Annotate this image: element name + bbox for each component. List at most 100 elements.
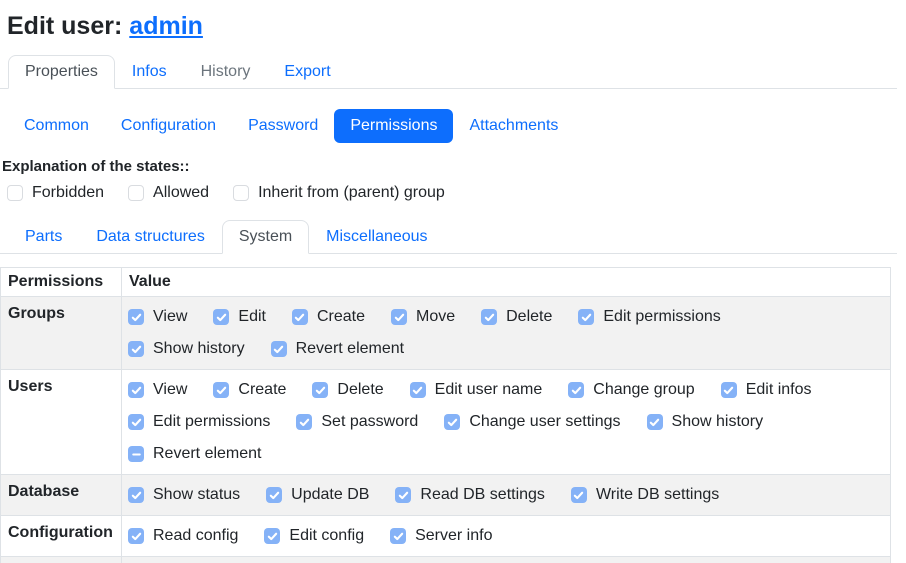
check-icon <box>216 312 227 323</box>
checkbox-show-status[interactable] <box>128 487 144 503</box>
checkbox-create[interactable] <box>213 382 229 398</box>
permission-checkbox-item[interactable]: Read config <box>128 524 238 548</box>
checkbox-label: Edit config <box>289 527 364 545</box>
permission-checkbox-item[interactable]: Show history <box>128 337 245 361</box>
permission-checkbox-item[interactable]: Edit user name <box>410 378 543 402</box>
permission-checkbox-item[interactable]: Show history <box>647 410 764 434</box>
tab-parts[interactable]: Parts <box>8 220 79 254</box>
checkbox-revert-element[interactable] <box>128 446 144 462</box>
checkbox-label: Move <box>416 308 455 326</box>
permission-checkbox-item[interactable]: Server info <box>390 524 492 548</box>
permission-checkbox-item[interactable]: Show status <box>128 483 240 507</box>
check-icon <box>484 312 495 323</box>
checkbox-inherit-from-parent-group <box>233 185 249 201</box>
checkbox-update-db[interactable] <box>266 487 282 503</box>
pill-password[interactable]: Password <box>232 109 334 143</box>
permission-checkbox-item[interactable]: Edit permissions <box>578 305 720 329</box>
checkbox-view[interactable] <box>128 309 144 325</box>
tab-export[interactable]: Export <box>267 55 347 89</box>
check-icon <box>649 417 660 428</box>
checkbox-server-info[interactable] <box>390 528 406 544</box>
table-row-configuration: ConfigurationRead configEdit configServe… <box>1 516 891 557</box>
permission-checkbox-item[interactable]: Edit permissions <box>128 410 270 434</box>
permission-checkbox-item[interactable]: Read DB settings <box>395 483 545 507</box>
checkbox-label: Change user settings <box>469 413 620 431</box>
checkbox-forbidden <box>7 185 23 201</box>
permission-checkbox-item[interactable]: Revert element <box>128 442 262 466</box>
checkbox-change-group[interactable] <box>568 382 584 398</box>
permission-checkbox-item[interactable]: Delete <box>312 378 383 402</box>
checkbox-label: Write DB settings <box>596 486 719 504</box>
permission-checkbox-item[interactable]: Update DB <box>266 483 369 507</box>
permission-checkbox-item[interactable]: Change user settings <box>444 410 620 434</box>
checkbox-edit-infos[interactable] <box>721 382 737 398</box>
pill-permissions[interactable]: Permissions <box>334 109 453 143</box>
permission-checkbox-item[interactable]: Change group <box>568 378 694 402</box>
checkbox-create[interactable] <box>292 309 308 325</box>
check-icon <box>294 312 305 323</box>
permission-checkbox-item[interactable]: Create <box>292 305 365 329</box>
tab-miscellaneous[interactable]: Miscellaneous <box>309 220 444 254</box>
permission-checkbox-item[interactable]: Write DB settings <box>571 483 719 507</box>
checkbox-view[interactable] <box>128 382 144 398</box>
checkbox-show-history[interactable] <box>128 341 144 357</box>
check-icon <box>571 385 582 396</box>
pill-common[interactable]: Common <box>8 109 105 143</box>
pill-attachments[interactable]: Attachments <box>453 109 574 143</box>
permission-checkbox-item[interactable]: Edit infos <box>721 378 812 402</box>
checkbox-label: View <box>153 381 187 399</box>
tab-data-structures[interactable]: Data structures <box>79 220 221 254</box>
row-value-cell: Use debug toolsShow logsDelete logs <box>122 557 891 563</box>
check-icon <box>131 417 142 428</box>
checkbox-delete[interactable] <box>312 382 328 398</box>
section-tabs: PartsData structuresSystemMiscellaneous <box>0 220 897 254</box>
permission-checkbox-item[interactable]: View <box>128 378 187 402</box>
row-category: Database <box>1 475 122 516</box>
permission-checkbox-item[interactable]: Edit <box>213 305 266 329</box>
check-icon <box>723 385 734 396</box>
states-legend: ForbiddenAllowedInherit from (parent) gr… <box>7 184 906 202</box>
table-row-database: DatabaseShow status Update DB Read DB sett… <box>1 475 891 516</box>
tab-system[interactable]: System <box>222 220 309 254</box>
check-icon <box>412 385 423 396</box>
tab-properties[interactable]: Properties <box>8 55 115 89</box>
checkbox-show-history[interactable] <box>647 414 663 430</box>
check-icon <box>269 490 280 501</box>
checkbox-label: Server info <box>415 527 492 545</box>
checkbox-edit[interactable] <box>213 309 229 325</box>
permission-checkbox-item[interactable]: View <box>128 305 187 329</box>
state-checkbox-item: Forbidden <box>7 184 104 202</box>
checkbox-move[interactable] <box>391 309 407 325</box>
permission-checkbox-item[interactable]: Edit config <box>264 524 364 548</box>
admin-user-link[interactable]: admin <box>129 12 203 41</box>
row-value-cell: View Create Delete Edit user name Change gro… <box>122 370 891 475</box>
check-icon <box>581 312 592 323</box>
checkbox-label: Edit <box>238 308 266 326</box>
checkbox-change-user-settings[interactable] <box>444 414 460 430</box>
checkbox-edit-permissions[interactable] <box>128 414 144 430</box>
checkbox-edit-config[interactable] <box>264 528 280 544</box>
checkbox-label: Show history <box>153 340 245 358</box>
permission-checkbox-item[interactable]: Create <box>213 378 286 402</box>
permission-checkbox-item[interactable]: Set password <box>296 410 418 434</box>
checkbox-revert-element[interactable] <box>271 341 287 357</box>
checkbox-delete[interactable] <box>481 309 497 325</box>
checkbox-label: Read DB settings <box>420 486 545 504</box>
checkbox-label: Allowed <box>153 184 209 202</box>
checkbox-edit-permissions[interactable] <box>578 309 594 325</box>
checkbox-edit-user-name[interactable] <box>410 382 426 398</box>
checkbox-label: Set password <box>321 413 418 431</box>
permission-checkbox-item[interactable]: Revert element <box>271 337 405 361</box>
pill-configuration[interactable]: Configuration <box>105 109 232 143</box>
table-row-system: SystemUse debug toolsShow logsDelete log… <box>1 557 891 563</box>
checkbox-allowed <box>128 185 144 201</box>
check-icon <box>216 385 227 396</box>
permission-checkbox-item[interactable]: Delete <box>481 305 552 329</box>
permission-checkbox-item[interactable]: Move <box>391 305 455 329</box>
checkbox-read-config[interactable] <box>128 528 144 544</box>
checkbox-write-db-settings[interactable] <box>571 487 587 503</box>
checkbox-set-password[interactable] <box>296 414 312 430</box>
tab-infos[interactable]: Infos <box>115 55 184 89</box>
checkbox-read-db-settings[interactable] <box>395 487 411 503</box>
sub-tabs: CommonConfigurationPasswordPermissionsAt… <box>0 109 906 143</box>
